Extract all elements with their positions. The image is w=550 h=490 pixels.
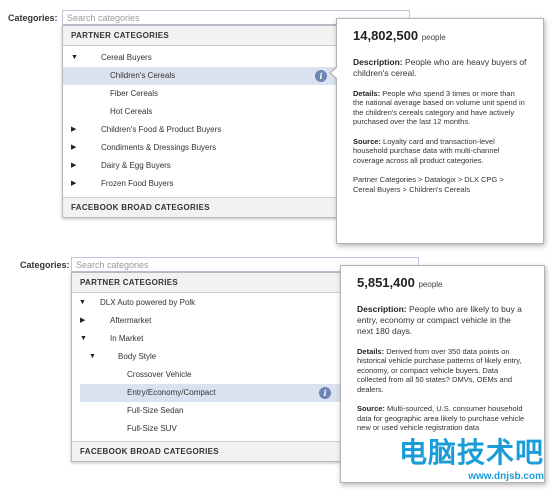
audience-count: 14,802,500 people (353, 28, 527, 43)
tree-item-crossover[interactable]: Crossover Vehicle (72, 366, 340, 384)
tree-item-condiments[interactable]: ▶ Condiments & Dressings Buyers (63, 139, 336, 157)
categories-label: Categories: (8, 13, 58, 23)
source: Source: Loyalty card and transaction-lev… (353, 137, 527, 166)
tree-item-label: Entry/Economy/Compact (127, 388, 216, 397)
tree-item-fullsize-sedan[interactable]: Full-Size Sedan (72, 402, 340, 420)
count-unit: people (421, 33, 446, 42)
collapsed-triangle-icon[interactable]: ▶ (80, 312, 88, 330)
tree-item-label: Body Style (118, 352, 157, 361)
tree-item-entry-economy[interactable]: Entry/Economy/Compact i (80, 384, 340, 402)
count-value: 14,802,500 (353, 28, 419, 43)
source-label: Source: (353, 136, 381, 146)
tree-item-label: DLX Auto powered by Polk (100, 298, 196, 307)
tree-item-childrens-cereals[interactable]: Children's Cereals i (63, 67, 336, 85)
category-path: Partner Categories > Datalogix > DLX CPG… (353, 175, 504, 194)
count-value: 5,851,400 (357, 275, 415, 290)
tree-item-childrens-food[interactable]: ▶ Children's Food & Product Buyers (63, 121, 336, 139)
tree-item-label: Children's Food & Product Buyers (101, 125, 222, 134)
source-label: Source: (357, 404, 385, 413)
tree-item-fullsize-suv[interactable]: Full-Size SUV (72, 420, 340, 438)
tree-item-cereal-buyers[interactable]: ▼ Cereal Buyers (63, 49, 336, 67)
description-label: Description: (357, 303, 407, 314)
site-watermark: 电脑技术吧 www.dnjsb.com (399, 431, 544, 482)
partner-categories-header[interactable]: PARTNER CATEGORIES (72, 273, 340, 293)
category-dropdown: PARTNER CATEGORIES ▼ DLX Auto powered by… (71, 272, 341, 462)
info-icon[interactable]: i (319, 387, 331, 399)
collapsed-triangle-icon[interactable]: ▶ (71, 175, 79, 193)
category-tooltip: 14,802,500 people Description: People wh… (329, 18, 544, 244)
collapsed-triangle-icon[interactable]: ▶ (71, 139, 79, 157)
description: Description: People who are heavy buyers… (353, 57, 527, 79)
watermark-url: www.dnjsb.com (468, 471, 544, 482)
tree-item-dlx-auto[interactable]: ▼ DLX Auto powered by Polk (72, 294, 340, 312)
category-dropdown: PARTNER CATEGORIES ▼ Cereal Buyers Child… (62, 25, 337, 218)
collapsed-triangle-icon[interactable]: ▶ (71, 121, 79, 139)
details-label: Details: (353, 88, 381, 98)
tree-item-label: Aftermarket (110, 316, 152, 325)
tree-item-frozen-food[interactable]: ▶ Frozen Food Buyers (63, 175, 336, 193)
details: Details: Derived from over 350 data poin… (357, 347, 528, 395)
facebook-broad-categories-header[interactable]: FACEBOOK BROAD CATEGORIES (72, 441, 340, 461)
source: Source: Multi-sourced, U.S. consumer hou… (357, 404, 528, 433)
expand-triangle-icon[interactable]: ▼ (89, 348, 97, 366)
description: Description: People who are likely to bu… (357, 304, 528, 337)
tree-item-label: Dairy & Egg Buyers (101, 161, 171, 170)
tree-item-label: Full-Size SUV (127, 424, 177, 433)
tree-item-dairy-egg[interactable]: ▶ Dairy & Egg Buyers (63, 157, 336, 175)
tree-item-label: Children's Cereals (110, 71, 176, 80)
expand-triangle-icon[interactable]: ▼ (80, 330, 88, 348)
tree-item-label: Cereal Buyers (101, 53, 152, 62)
audience-count: 5,851,400 people (357, 275, 528, 290)
tree-item-label: Condiments & Dressings Buyers (101, 143, 217, 152)
tree-item-label: Frozen Food Buyers (101, 179, 174, 188)
tooltip-arrow-inner (341, 383, 342, 395)
tooltip-arrow-inner (331, 67, 338, 79)
tree-item-in-market[interactable]: ▼ In Market (72, 330, 340, 348)
expand-triangle-icon[interactable]: ▼ (79, 294, 87, 312)
info-icon[interactable]: i (315, 70, 327, 82)
description-label: Description: (353, 56, 403, 67)
tree-item-label: Hot Cereals (110, 107, 153, 116)
tree-item-label: In Market (110, 334, 144, 343)
tree-item-label: Fiber Cereals (110, 89, 159, 98)
facebook-broad-categories-header[interactable]: FACEBOOK BROAD CATEGORIES (63, 197, 336, 217)
collapsed-triangle-icon[interactable]: ▶ (71, 157, 79, 175)
count-unit: people (418, 280, 443, 289)
details: Details: People who spend 3 times or mor… (353, 89, 527, 127)
tree-item-hot-cereals[interactable]: Hot Cereals (63, 103, 336, 121)
tree-item-label: Crossover Vehicle (127, 370, 192, 379)
details-label: Details: (357, 346, 385, 356)
partner-categories-header[interactable]: PARTNER CATEGORIES (63, 26, 336, 46)
tree-item-body-style[interactable]: ▼ Body Style (72, 348, 340, 366)
categories-label: Categories: (20, 260, 70, 270)
tree-item-label: Full-Size Sedan (127, 406, 184, 415)
expand-triangle-icon[interactable]: ▼ (71, 49, 79, 67)
watermark-logo-text: 电脑技术吧 (398, 436, 544, 469)
tree-item-fiber-cereals[interactable]: Fiber Cereals (63, 85, 336, 103)
tree-item-aftermarket[interactable]: ▶ Aftermarket (72, 312, 340, 330)
